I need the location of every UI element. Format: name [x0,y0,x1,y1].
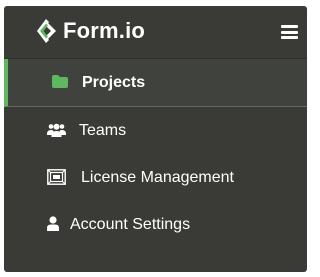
brand-name: Form.io [63,18,146,43]
sidebar-item-label: Teams [79,121,127,139]
user-icon [47,216,59,231]
sidebar: Form.io Projects Teams License Managemen… [4,6,307,272]
sidebar-item-label: Account Settings [70,215,191,233]
license-icon [47,169,66,185]
folder-icon [52,75,68,88]
sidebar-item-account-settings[interactable]: Account Settings [4,201,307,248]
sidebar-item-license-management[interactable]: License Management [4,154,307,201]
hamburger-menu-icon[interactable] [281,25,298,39]
formio-logo-icon [37,19,56,43]
sidebar-nav: Projects Teams License Management Accoun… [4,59,307,248]
brand-logo[interactable]: Form.io [34,18,145,44]
sidebar-item-label: Projects [82,73,146,91]
sidebar-item-projects[interactable]: Projects [4,59,307,107]
sidebar-item-label: License Management [81,168,234,186]
sidebar-header: Form.io [4,6,307,59]
sidebar-item-teams[interactable]: Teams [4,107,307,154]
users-icon [47,123,66,137]
